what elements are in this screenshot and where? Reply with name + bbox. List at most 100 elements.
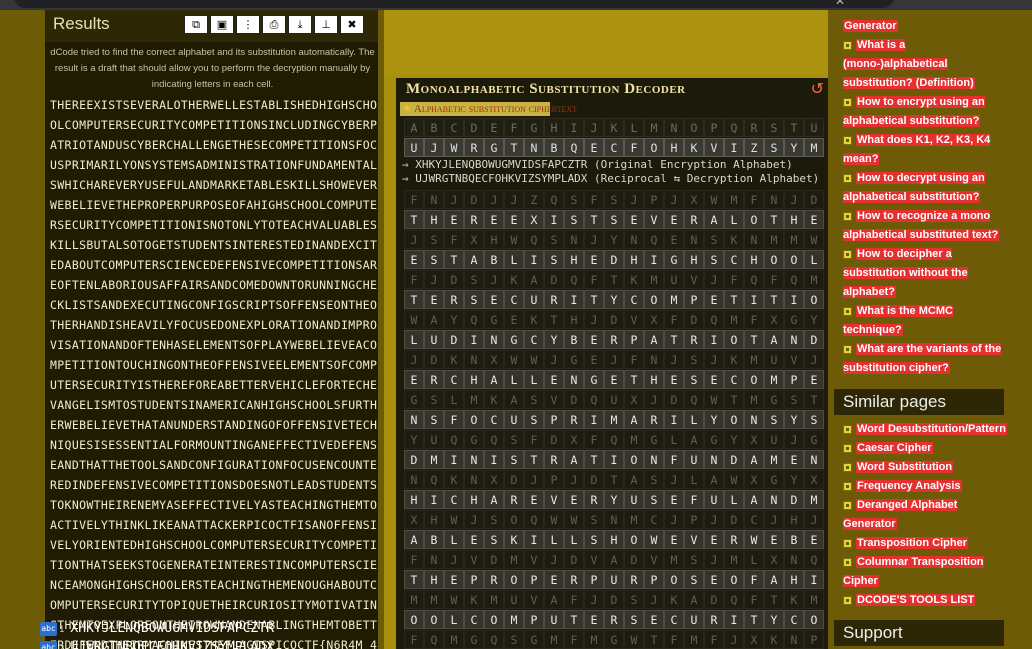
faq-link[interactable]: Generator [843, 17, 1008, 36]
grid-cell[interactable]: H [744, 250, 764, 269]
grid-cell[interactable]: Z [744, 138, 764, 157]
grid-cell[interactable]: L [544, 530, 564, 549]
grid-cell[interactable]: M [424, 450, 444, 469]
grid-cell[interactable]: U [424, 330, 444, 349]
grid-cell[interactable]: E [404, 370, 424, 389]
grid-cell[interactable]: E [484, 290, 504, 309]
grid-cell[interactable]: I [644, 250, 664, 269]
grid-cell[interactable]: L [564, 530, 584, 549]
faq-link[interactable]: How to decrypt using an alphabetical sub… [843, 169, 1008, 207]
grid-cell[interactable]: V [544, 490, 564, 509]
grid-cell[interactable]: R [424, 370, 444, 389]
grid-cell[interactable]: I [744, 290, 764, 309]
grid-cell[interactable]: I [464, 330, 484, 349]
grid-cell[interactable]: U [544, 610, 564, 629]
grid-cell[interactable]: A [744, 450, 764, 469]
grid-cell[interactable]: W [744, 530, 764, 549]
grid-cell[interactable]: E [564, 490, 584, 509]
grid-cell[interactable]: H [464, 370, 484, 389]
grid-cell[interactable]: D [444, 330, 464, 349]
grid-cell[interactable]: M [504, 610, 524, 629]
grid-cell[interactable]: I [524, 530, 544, 549]
grid-cell[interactable]: O [724, 410, 744, 429]
grid-cell[interactable]: E [764, 530, 784, 549]
grid-cell[interactable]: M [604, 410, 624, 429]
grid-cell[interactable]: T [524, 450, 544, 469]
grid-cell[interactable]: O [784, 250, 804, 269]
grid-cell[interactable]: T [624, 370, 644, 389]
grid-cell[interactable]: F [444, 410, 464, 429]
grid-cell[interactable]: L [804, 250, 824, 269]
reload-icon[interactable]: ↺ [811, 79, 824, 99]
grid-cell[interactable]: A [484, 490, 504, 509]
grid-cell[interactable]: I [484, 450, 504, 469]
grid-cell[interactable]: H [624, 250, 644, 269]
grid-cell[interactable]: T [744, 610, 764, 629]
grid-cell[interactable]: E [704, 530, 724, 549]
grid-cell[interactable]: C [784, 610, 804, 629]
grid-cell[interactable]: E [544, 570, 564, 589]
grid-cell[interactable]: E [544, 370, 564, 389]
grid-cell[interactable]: B [564, 330, 584, 349]
grid-cell[interactable]: T [444, 250, 464, 269]
grid-cell[interactable]: I [724, 138, 744, 157]
faq-link[interactable]: How to encrypt using an alphabetical sub… [843, 93, 1008, 131]
grid-cell[interactable]: Y [764, 610, 784, 629]
grid-cell[interactable]: T [584, 210, 604, 229]
similar-page-link[interactable]: Deranged Alphabet Generator [843, 496, 1008, 534]
close-icon[interactable]: ✖ [340, 15, 364, 34]
grid-cell[interactable]: I [784, 290, 804, 309]
grid-cell[interactable]: M [804, 138, 824, 157]
grid-cell[interactable]: E [424, 290, 444, 309]
grid-cell[interactable]: C [464, 610, 484, 629]
grid-cell[interactable]: X [524, 210, 544, 229]
grid-cell[interactable]: O [744, 210, 764, 229]
grid-cell[interactable]: O [484, 610, 504, 629]
grid-cell[interactable]: S [484, 530, 504, 549]
grid-cell[interactable]: H [424, 570, 444, 589]
grid-cell[interactable]: S [684, 370, 704, 389]
grid-cell[interactable]: O [424, 610, 444, 629]
grid-cell[interactable]: P [544, 410, 564, 429]
grid-cell[interactable]: U [624, 490, 644, 509]
grid-cell[interactable]: I [564, 290, 584, 309]
grid-cell[interactable]: I [804, 570, 824, 589]
grid-cell[interactable]: C [444, 490, 464, 509]
grid-cell[interactable]: S [464, 290, 484, 309]
grid-cell[interactable]: N [644, 450, 664, 469]
grid-cell[interactable]: H [404, 490, 424, 509]
grid-cell[interactable]: D [604, 250, 624, 269]
grid-cell[interactable]: T [584, 450, 604, 469]
grid-cell[interactable]: U [684, 450, 704, 469]
screenshot-icon[interactable]: ▣ [210, 15, 234, 34]
grid-cell[interactable]: V [684, 530, 704, 549]
grid-cell[interactable]: R [484, 570, 504, 589]
grid-cell[interactable]: E [804, 530, 824, 549]
grid-cell[interactable]: R [464, 138, 484, 157]
grid-cell[interactable]: U [684, 610, 704, 629]
grid-cell[interactable]: H [784, 570, 804, 589]
grid-cell[interactable]: H [664, 138, 684, 157]
grid-cell[interactable]: N [564, 370, 584, 389]
similar-page-link[interactable]: Caesar Cipher [843, 439, 1008, 458]
grid-cell[interactable]: Y [784, 138, 804, 157]
grid-cell[interactable]: H [684, 250, 704, 269]
grid-cell[interactable]: S [704, 250, 724, 269]
grid-cell[interactable]: T [504, 138, 524, 157]
grid-cell[interactable]: S [504, 450, 524, 469]
grid-cell[interactable]: A [644, 330, 664, 349]
grid-cell[interactable]: F [624, 138, 644, 157]
grid-cell[interactable]: A [564, 450, 584, 469]
grid-cell[interactable]: E [524, 490, 544, 509]
grid-cell[interactable]: T [664, 330, 684, 349]
grid-cell[interactable]: R [584, 490, 604, 509]
grid-cell[interactable]: N [704, 450, 724, 469]
faq-link[interactable]: How to recognize a mono alphabetical sub… [843, 207, 1008, 245]
grid-cell[interactable]: W [444, 138, 464, 157]
faq-link[interactable]: What is the MCMC technique? [843, 302, 1008, 340]
grid-cell[interactable]: G [484, 138, 504, 157]
grid-cell[interactable]: L [684, 410, 704, 429]
menu-icon[interactable]: ⋮ [236, 15, 260, 34]
grid-cell[interactable]: S [624, 610, 644, 629]
grid-cell[interactable]: S [524, 410, 544, 429]
